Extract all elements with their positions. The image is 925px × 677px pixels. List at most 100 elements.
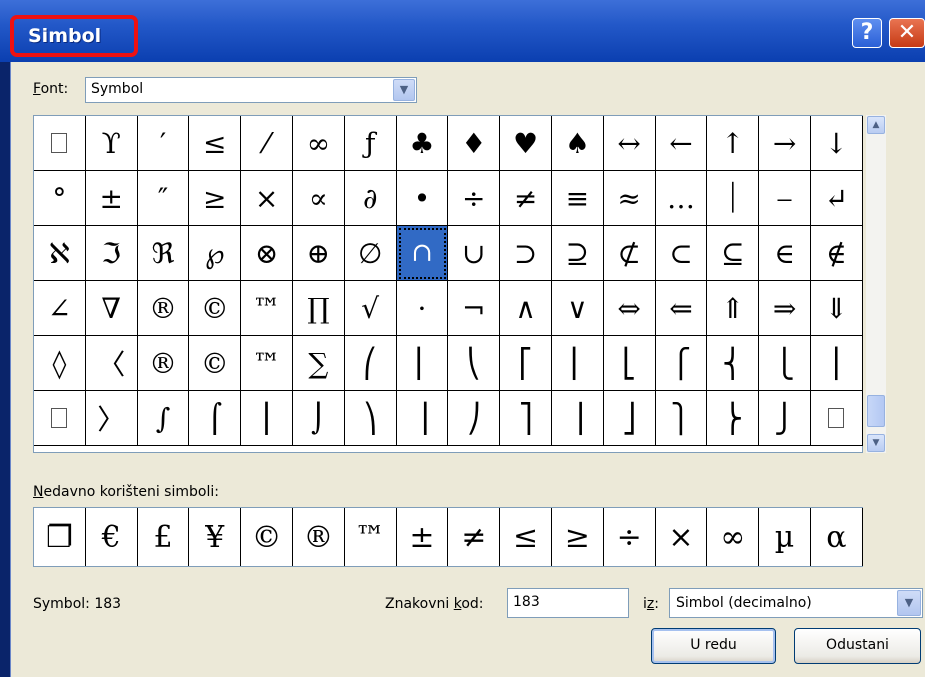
symbol-cell[interactable]: ⊂	[655, 226, 708, 281]
symbol-cell[interactable]: ≥	[189, 171, 242, 226]
symbol-cell[interactable]: ≠	[500, 171, 552, 226]
symbol-cell[interactable]: ↔	[603, 116, 656, 171]
symbol-grid-scrollbar[interactable]: ▲ ▼	[866, 115, 886, 453]
cancel-button[interactable]: Odustani	[794, 628, 921, 664]
recent-symbol-cell[interactable]: ÷	[604, 508, 656, 566]
scroll-up-icon[interactable]: ▲	[867, 116, 885, 134]
symbol-cell[interactable]: ⎦	[603, 391, 656, 446]
symbol-cell[interactable]: ⎛	[344, 336, 397, 391]
symbol-cell[interactable]: ©	[189, 281, 242, 336]
symbol-cell[interactable]	[810, 391, 863, 446]
symbol-cell[interactable]: 〈	[85, 336, 138, 391]
symbol-cell[interactable]: ∠	[34, 281, 86, 336]
symbol-cell[interactable]: ⎝	[448, 336, 501, 391]
symbol-cell[interactable]	[34, 391, 86, 446]
symbol-cell[interactable]: ℵ	[34, 226, 86, 281]
symbol-cell[interactable]: ′	[137, 116, 190, 171]
symbol-cell[interactable]: ⎞	[344, 391, 397, 446]
symbol-cell[interactable]: …	[655, 171, 708, 226]
symbol-cell[interactable]: ϒ	[85, 116, 138, 171]
recent-symbol-cell[interactable]: €	[86, 508, 138, 566]
symbol-cell[interactable]: ⊇	[551, 226, 604, 281]
symbol-cell[interactable]: ≈	[603, 171, 656, 226]
symbol-cell[interactable]: ∧	[500, 281, 552, 336]
symbol-cell[interactable]: ∝	[292, 171, 345, 226]
recent-symbol-cell[interactable]: ≠	[448, 508, 501, 566]
symbol-cell[interactable]: ⎫	[655, 391, 708, 446]
symbol-cell[interactable]: ©	[189, 336, 242, 391]
scroll-down-icon[interactable]: ▼	[867, 434, 885, 452]
symbol-cell[interactable]: ♥	[500, 116, 552, 171]
symbol-cell[interactable]: ⎪	[810, 336, 863, 391]
symbol-cell[interactable]: ◊	[34, 336, 86, 391]
symbol-cell[interactable]: ⊆	[707, 226, 760, 281]
symbol-cell[interactable]: ⇔	[603, 281, 656, 336]
symbol-cell[interactable]: ⎬	[707, 391, 760, 446]
symbol-cell[interactable]: ∈	[759, 226, 811, 281]
character-code-input[interactable]: 183	[507, 588, 629, 618]
symbol-cell[interactable]: ∨	[551, 281, 604, 336]
recent-symbol-cell[interactable]: ¥	[189, 508, 242, 566]
symbol-cell[interactable]: ⎟	[396, 391, 449, 446]
recent-symbol-cell[interactable]: ®	[293, 508, 345, 566]
symbol-cell[interactable]: ∫	[137, 391, 190, 446]
close-button[interactable]: ✕	[889, 18, 925, 48]
symbol-cell[interactable]: ⇐	[655, 281, 708, 336]
symbol-cell[interactable]: °	[34, 171, 86, 226]
symbol-cell[interactable]: ⊄	[603, 226, 656, 281]
chevron-down-icon[interactable]: ▼	[897, 590, 921, 616]
symbol-cell[interactable]: ∞	[292, 116, 345, 171]
symbol-cell[interactable]: ♠	[551, 116, 604, 171]
symbol-cell[interactable]: √	[344, 281, 397, 336]
symbol-cell[interactable]: ≡	[551, 171, 604, 226]
symbol-cell[interactable]: ⎤	[500, 391, 552, 446]
symbol-cell[interactable]	[34, 116, 86, 171]
recent-symbol-cell[interactable]: α	[811, 508, 863, 566]
symbol-cell[interactable]: ∑	[292, 336, 345, 391]
symbol-cell[interactable]: ⌠	[189, 391, 242, 446]
symbol-cell[interactable]: ←	[655, 116, 708, 171]
symbol-cell[interactable]: ⎧	[655, 336, 708, 391]
symbol-cell[interactable]: ⎮	[241, 391, 293, 446]
symbol-cell[interactable]: ⌡	[292, 391, 345, 446]
symbol-cell[interactable]: •	[396, 171, 449, 226]
symbol-cell[interactable]: ¬	[448, 281, 501, 336]
symbol-cell[interactable]: ↓	[810, 116, 863, 171]
symbol-cell[interactable]: ∂	[344, 171, 397, 226]
symbol-cell[interactable]: ⁄	[241, 116, 293, 171]
symbol-cell[interactable]: ®	[137, 336, 190, 391]
symbol-cell[interactable]: ™	[241, 336, 293, 391]
symbol-cell[interactable]: →	[759, 116, 811, 171]
symbol-cell[interactable]: ⎭	[759, 391, 811, 446]
symbol-cell[interactable]: ⎜	[396, 336, 449, 391]
symbol-cell[interactable]: ⏐	[707, 171, 760, 226]
symbol-cell[interactable]: ⎨	[707, 336, 760, 391]
symbol-cell[interactable]: ⎣	[603, 336, 656, 391]
symbol-cell[interactable]: ⊃	[500, 226, 552, 281]
symbol-cell[interactable]: ⊕	[292, 226, 345, 281]
recent-symbol-cell[interactable]: ©	[241, 508, 293, 566]
symbol-cell[interactable]: ∩	[396, 226, 449, 281]
symbol-cell[interactable]: ⊗	[241, 226, 293, 281]
symbol-cell[interactable]: ±	[85, 171, 138, 226]
symbol-cell[interactable]: ™	[241, 281, 293, 336]
symbol-cell[interactable]: ⎡	[500, 336, 552, 391]
symbol-cell[interactable]: ×	[241, 171, 293, 226]
symbol-cell[interactable]: ⎯	[759, 171, 811, 226]
symbol-cell[interactable]: ⎢	[551, 336, 604, 391]
symbol-cell[interactable]: ∇	[85, 281, 138, 336]
symbol-cell[interactable]: ↑	[707, 116, 760, 171]
recent-symbol-cell[interactable]: ±	[397, 508, 449, 566]
symbol-cell[interactable]: ⇒	[759, 281, 811, 336]
recent-symbol-cell[interactable]: ™	[345, 508, 397, 566]
symbol-cell[interactable]: ⇑	[707, 281, 760, 336]
symbol-cell[interactable]: ∏	[292, 281, 345, 336]
symbol-cell[interactable]: 〉	[85, 391, 138, 446]
symbol-cell[interactable]: ↵	[810, 171, 863, 226]
symbol-cell[interactable]: ♦	[448, 116, 501, 171]
recent-symbol-cell[interactable]: ×	[656, 508, 708, 566]
symbol-cell[interactable]: ⋅	[396, 281, 449, 336]
symbol-cell[interactable]: ≤	[189, 116, 242, 171]
from-select[interactable]: Simbol (decimalno) ▼	[669, 588, 923, 618]
symbol-cell[interactable]: ♣	[396, 116, 449, 171]
